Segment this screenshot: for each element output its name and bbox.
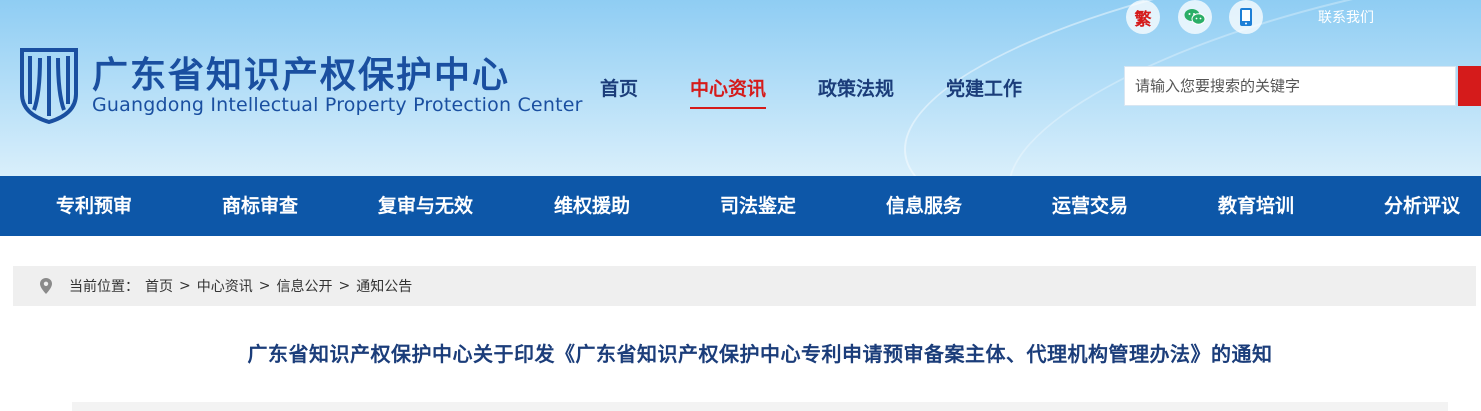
- top-nav-home[interactable]: 首页: [600, 74, 638, 109]
- wechat-glyph: [1184, 9, 1206, 25]
- site-header: 广东省知识产权保护中心 Guangdong Intellectual Prope…: [0, 0, 1481, 176]
- breadcrumb-separator: >: [258, 278, 271, 294]
- top-nav-policy[interactable]: 政策法规: [818, 74, 894, 109]
- mobile-glyph: [1240, 8, 1252, 26]
- wechat-icon[interactable]: [1178, 0, 1212, 34]
- top-nav-center-news[interactable]: 中心资讯: [690, 74, 767, 109]
- traditional-chinese-label: 繁: [1134, 9, 1152, 30]
- breadcrumb-notices[interactable]: 通知公告: [356, 276, 412, 296]
- main-nav-trademark-review[interactable]: 商标审查: [222, 176, 298, 236]
- breadcrumb-separator: >: [338, 278, 351, 294]
- article-title: 广东省知识产权保护中心关于印发《广东省知识产权保护中心专利申请预审备案主体、代理…: [247, 342, 1273, 366]
- breadcrumb-prefix: 当前位置：: [69, 279, 139, 295]
- traditional-chinese-icon[interactable]: 繁: [1126, 0, 1160, 34]
- top-nav: 首页 中心资讯 政策法规 党建工作: [600, 74, 1074, 109]
- main-nav-analysis[interactable]: 分析评议: [1384, 176, 1460, 236]
- main-nav: 专利预审 商标审查 复审与无效 维权援助 司法鉴定 信息服务 运营交易 教育培训…: [0, 176, 1481, 236]
- search-button[interactable]: [1458, 66, 1481, 106]
- top-nav-party[interactable]: 党建工作: [946, 74, 1022, 109]
- mobile-icon[interactable]: [1229, 0, 1263, 34]
- breadcrumb-home[interactable]: 首页: [145, 276, 173, 296]
- search-input[interactable]: [1124, 66, 1456, 106]
- main-nav-patent-preexam[interactable]: 专利预审: [56, 176, 132, 236]
- breadcrumb-info-disclosure[interactable]: 信息公开: [276, 276, 332, 296]
- article-divider: [72, 402, 1448, 411]
- breadcrumb-center-news[interactable]: 中心资讯: [197, 276, 253, 296]
- location-pin-icon: [40, 278, 52, 294]
- main-nav-reexam-invalid[interactable]: 复审与无效: [378, 176, 473, 236]
- breadcrumb: 当前位置： 首页 > 中心资讯 > 信息公开 > 通知公告: [13, 266, 1476, 306]
- breadcrumb-separator: >: [179, 278, 191, 294]
- logo-icon[interactable]: [16, 44, 82, 124]
- main-nav-operation-trade[interactable]: 运营交易: [1052, 176, 1128, 236]
- site-logo-en[interactable]: Guangdong Intellectual Property Protecti…: [92, 94, 583, 116]
- contact-us-link[interactable]: 联系我们: [1318, 7, 1374, 27]
- main-nav-rights-aid[interactable]: 维权援助: [554, 176, 630, 236]
- main-nav-info-service[interactable]: 信息服务: [886, 176, 962, 236]
- main-nav-education[interactable]: 教育培训: [1218, 176, 1294, 236]
- main-nav-judicial-appraisal[interactable]: 司法鉴定: [720, 176, 796, 236]
- site-logo-cn[interactable]: 广东省知识产权保护中心: [92, 46, 510, 98]
